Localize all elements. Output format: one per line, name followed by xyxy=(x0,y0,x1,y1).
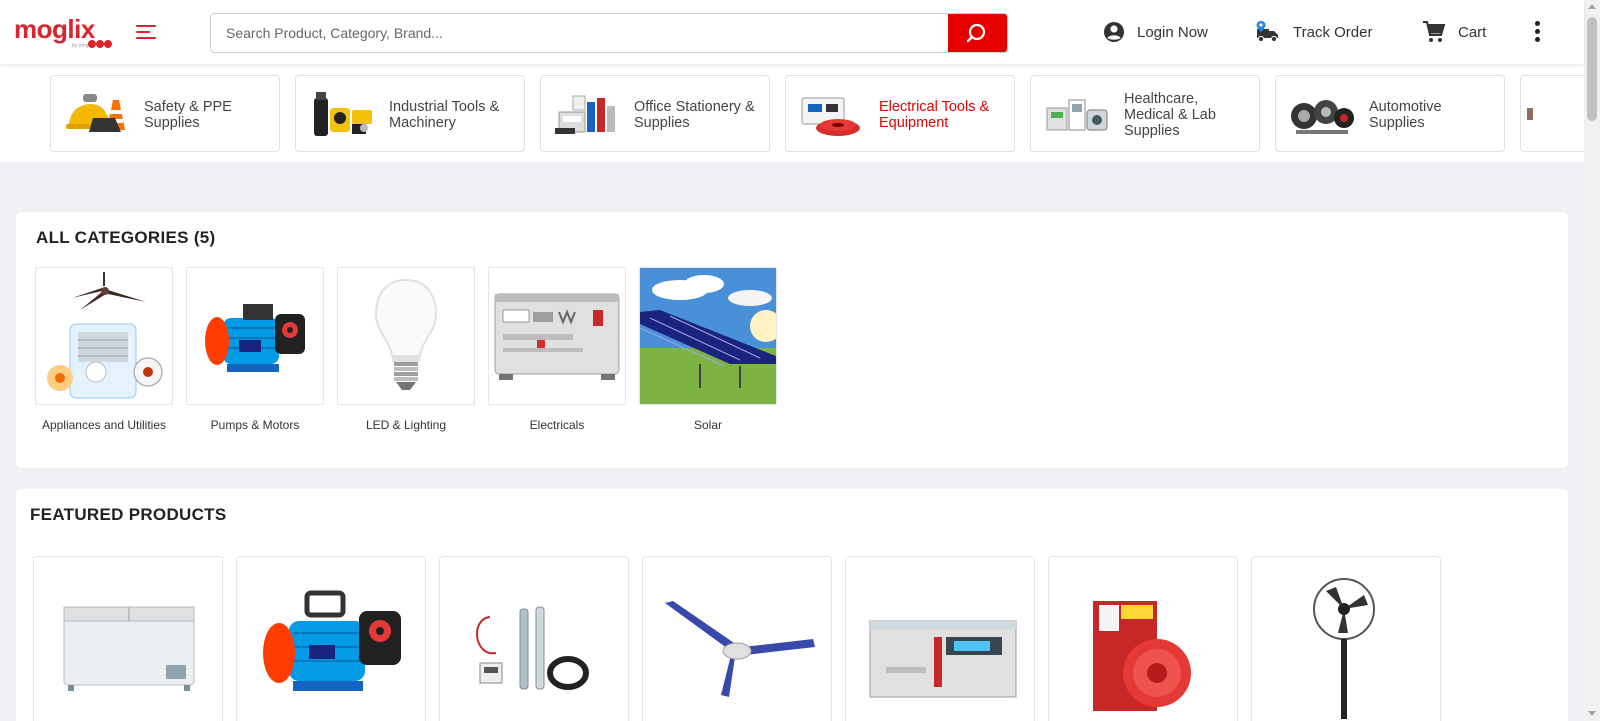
search-icon xyxy=(966,23,986,43)
category-card-electrical-tools[interactable]: Electrical Tools & Equipment xyxy=(785,75,1015,152)
login-button[interactable]: Login Now xyxy=(1103,18,1208,46)
search-bar xyxy=(210,13,1008,53)
product-card-freezer[interactable] xyxy=(33,556,223,721)
scroll-down-arrow-icon[interactable] xyxy=(1588,711,1596,716)
subcategory-label[interactable]: Appliances and Utilities xyxy=(24,418,184,432)
category-strip: Safety & PPE Supplies Industrial Tools &… xyxy=(0,64,1584,162)
pumps-motors-image xyxy=(205,304,305,372)
subcategory-card-pumps[interactable] xyxy=(186,267,324,405)
page-scrollbar[interactable] xyxy=(1584,0,1600,721)
menu-icon[interactable] xyxy=(136,22,158,42)
header: moglix by moglix Login Now xyxy=(0,0,1584,64)
ceiling-fan-image xyxy=(665,601,815,697)
delivery-truck-icon xyxy=(1256,21,1278,43)
category-name: Office Stationery & Supplies xyxy=(634,98,755,131)
pedestal-fan-image xyxy=(1313,578,1375,719)
partial-category-image xyxy=(1527,108,1533,120)
featured-products-title: FEATURED PRODUCTS xyxy=(30,505,227,524)
led-bulb-image xyxy=(374,278,438,390)
wire-coil-image xyxy=(1093,601,1191,711)
voltage-stabilizer-image xyxy=(869,620,1017,698)
category-card-office-stationery[interactable]: Office Stationery & Supplies xyxy=(540,75,770,152)
more-options-icon[interactable] xyxy=(1533,20,1543,44)
subcategory-label[interactable]: LED & Lighting xyxy=(326,418,486,432)
category-card-partial[interactable] xyxy=(1520,75,1584,152)
product-card-submersible[interactable] xyxy=(439,556,629,721)
track-order-label: Track Order xyxy=(1293,23,1373,41)
subcategory-label[interactable]: Electricals xyxy=(477,418,637,432)
water-pump-image xyxy=(263,590,401,691)
subcategory-card-electricals[interactable] xyxy=(488,267,626,405)
logo-text: moglix xyxy=(14,14,95,44)
stabilizer-image xyxy=(494,293,620,380)
login-label: Login Now xyxy=(1137,23,1208,41)
product-card-ceiling-fan[interactable] xyxy=(642,556,832,721)
category-card-safety[interactable]: Safety & PPE Supplies xyxy=(50,75,280,152)
solar-panel-image xyxy=(640,268,776,404)
healthcare-image xyxy=(1046,99,1108,131)
industrial-tools-image xyxy=(314,92,372,136)
scroll-up-arrow-icon[interactable] xyxy=(1588,4,1596,9)
search-input[interactable] xyxy=(211,14,947,52)
product-card-pedestal-fan[interactable] xyxy=(1251,556,1441,721)
safety-ppe-image xyxy=(66,94,125,132)
submersible-pump-image xyxy=(476,606,589,690)
account-icon xyxy=(1104,22,1124,42)
category-card-industrial-tools[interactable]: Industrial Tools & Machinery xyxy=(295,75,525,152)
subcategory-card-solar[interactable] xyxy=(639,267,777,405)
search-button[interactable] xyxy=(948,14,1007,52)
category-name: Industrial Tools & Machinery xyxy=(389,98,500,131)
appliances-image xyxy=(47,272,163,399)
all-categories-title: ALL CATEGORIES (5) xyxy=(36,228,216,247)
subcategory-card-led[interactable] xyxy=(337,267,475,405)
cart-label: Cart xyxy=(1458,23,1487,41)
subcategory-card-appliances[interactable] xyxy=(35,267,173,405)
product-card-wire[interactable] xyxy=(1048,556,1238,721)
subcategory-label[interactable]: Solar xyxy=(628,418,788,432)
category-card-automotive[interactable]: Automotive Supplies xyxy=(1275,75,1505,152)
category-name: Healthcare, Medical & Lab Supplies xyxy=(1124,90,1216,139)
category-card-healthcare[interactable]: Healthcare, Medical & Lab Supplies xyxy=(1030,75,1260,152)
automotive-image xyxy=(1291,100,1354,134)
office-stationery-image xyxy=(555,95,615,134)
subcategory-label[interactable]: Pumps & Motors xyxy=(175,418,335,432)
product-card-water-pump[interactable] xyxy=(236,556,426,721)
category-name: Safety & PPE Supplies xyxy=(144,98,232,131)
electrical-tools-image xyxy=(801,97,860,136)
logo-dots xyxy=(84,40,114,50)
category-name: Automotive Supplies xyxy=(1369,98,1442,131)
cart-button[interactable]: Cart xyxy=(1422,18,1486,46)
moglix-logo[interactable]: moglix by moglix xyxy=(14,14,112,49)
track-order-button[interactable]: Track Order xyxy=(1255,18,1372,46)
chest-freezer-image xyxy=(63,606,195,691)
scrollbar-thumb[interactable] xyxy=(1587,17,1597,121)
product-card-stabilizer[interactable] xyxy=(845,556,1035,721)
cart-icon xyxy=(1423,21,1446,42)
category-name: Electrical Tools & Equipment xyxy=(879,98,990,131)
